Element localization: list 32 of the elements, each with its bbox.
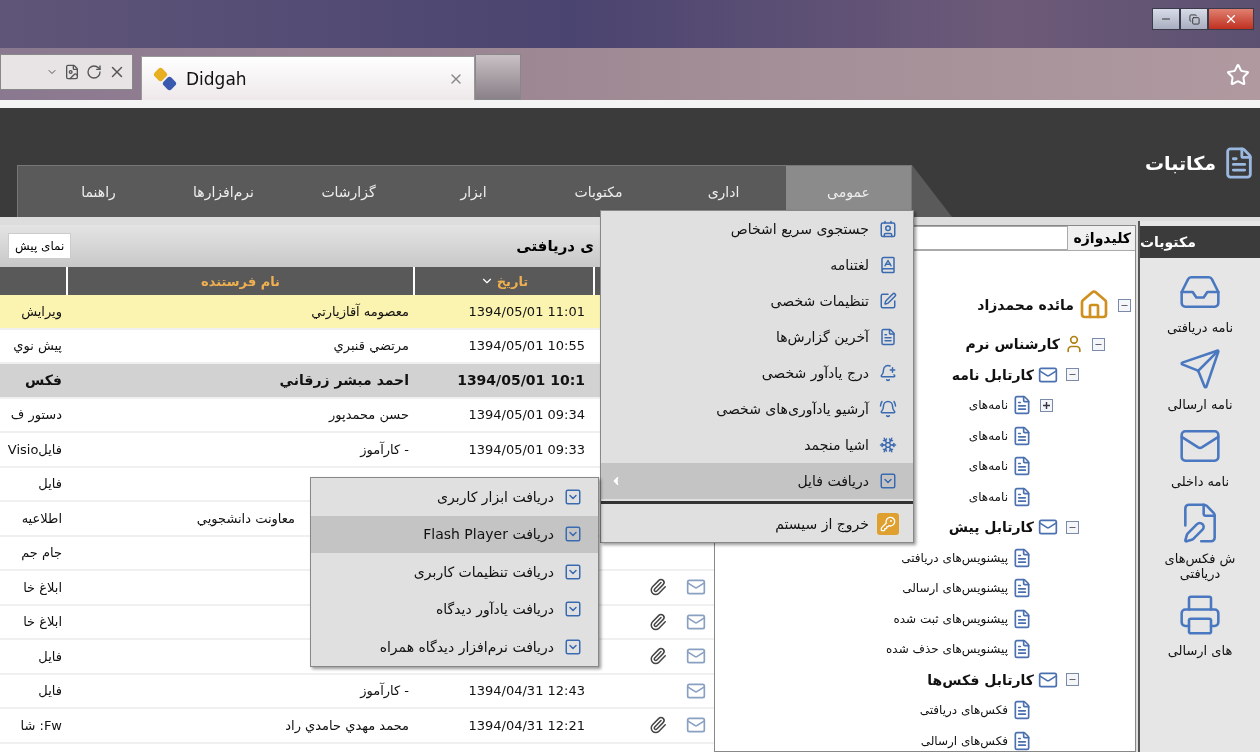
subject-cell: جام جم — [21, 545, 62, 561]
subject-cell: Fw: شا — [20, 717, 62, 733]
date-cell: 1394/05/01 10:55 — [468, 338, 585, 354]
subject-cell: اطلاعيه — [21, 510, 62, 526]
subject-cell: فايل — [38, 648, 62, 664]
subject-cell: ابلاغ خا — [23, 614, 62, 630]
subject-cell: دستور ف — [10, 407, 62, 423]
subject-cell: ابلاغ خا — [23, 579, 62, 595]
sender-cell: معصومه آقازيارتي — [311, 303, 409, 319]
subject-cell: فايل — [38, 683, 62, 699]
sender-cell: حسن محمدپور — [329, 407, 409, 423]
subject-cell: فايلVisio — [7, 441, 62, 457]
subject-cell: پيش نوي — [13, 338, 62, 354]
subject-cell: ويرايش — [21, 303, 62, 319]
sender-cell: - كارآموز — [360, 441, 409, 457]
keyword-label: کلیدواژه — [1073, 230, 1131, 246]
app-title: مکاتبات — [1144, 151, 1216, 174]
date-cell: 1394/04/31 12:21 — [468, 717, 585, 733]
date-cell: 1394/05/01 09:34 — [468, 407, 585, 423]
date-cell: 1394/05/01 09:33 — [468, 441, 585, 457]
date-cell: 1394/05/01 11:01 — [468, 303, 585, 319]
sender-cell: محمد مهدي حامدي راد — [285, 717, 409, 733]
sender-cell: احمد مبشر زرقاني — [279, 372, 409, 389]
subject-cell: فكس — [24, 372, 62, 389]
sidebar-title: مکتوبات — [1140, 226, 1260, 258]
sender-cell: معاونت دانشجويي — [196, 510, 295, 526]
date-cell: 1394/04/31 12:43 — [468, 683, 585, 699]
subject-cell: فايل — [38, 476, 62, 492]
sender-cell: مرتضي قنبري — [333, 338, 409, 354]
panel-title: ی دریافتی — [516, 237, 594, 255]
date-cell: 1394/05/01 10:1 — [457, 372, 585, 389]
sender-cell: - كارآموز — [360, 683, 409, 699]
